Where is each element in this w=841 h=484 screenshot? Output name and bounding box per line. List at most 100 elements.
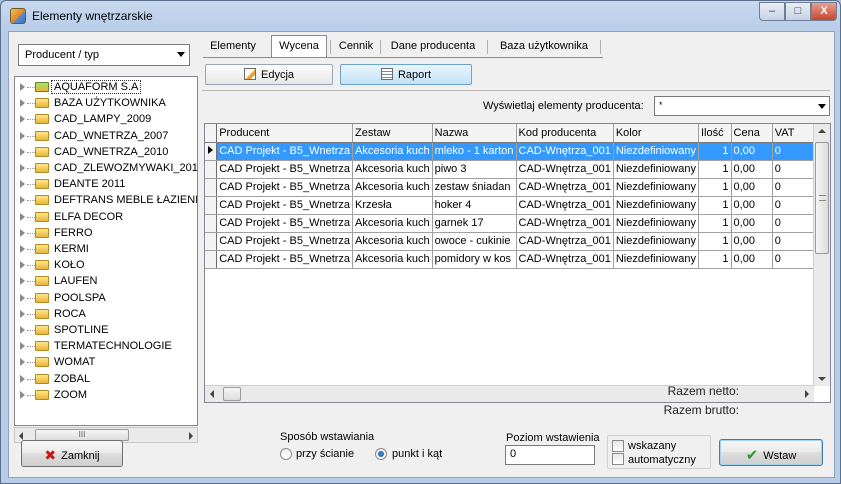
radio-punkt-i-kat[interactable] [375,448,387,460]
table-cell[interactable]: Krzesła [352,196,433,215]
table-row[interactable]: CAD Projekt - B5_Wnetrza Akcesoria kuch ga… [205,214,830,233]
table-cell[interactable]: Akcesoria kuch [352,232,433,251]
tab-dane-producenta[interactable]: Dane producenta [384,36,482,58]
insert-button[interactable]: ✔ Wstaw [719,439,823,466]
scroll-thumb[interactable] [223,387,241,401]
table-cell[interactable]: piwo 3 [432,160,517,179]
table-cell[interactable]: CAD Projekt - B5_Wnetrza [216,214,354,233]
expand-arrow-icon[interactable] [20,212,25,221]
table-cell[interactable]: CAD Projekt - B5_Wnetrza [216,232,354,251]
insert-level-input[interactable]: 0 [505,445,595,465]
tab-baza-uzytkownika[interactable]: Baza użytkownika [492,36,596,58]
tree-item[interactable]: ZOOM [15,387,197,403]
table-cell[interactable]: 1 [698,232,732,251]
table-cell[interactable]: CAD Projekt - B5_Wnetrza [216,160,354,179]
table-cell[interactable]: 1 [698,196,732,215]
tree-item[interactable]: KERMI [15,241,197,257]
table-row[interactable]: CAD Projekt - B5_Wnetrza Akcesoria kuch ze… [205,178,830,197]
expand-arrow-icon[interactable] [20,131,25,140]
table-cell[interactable]: zestaw śniadan [432,178,517,197]
close-button[interactable]: ✖ Zamknij [21,440,123,467]
expand-arrow-icon[interactable] [20,245,25,253]
table-cell[interactable]: CAD-Wnętrza_001 [516,142,614,161]
close-window-button[interactable]: X [811,2,837,21]
table-cell[interactable]: Niezdefiniowany [613,142,699,161]
producer-filter-combo[interactable]: * [654,96,830,116]
scroll-up-icon[interactable] [818,129,826,133]
report-button[interactable]: Raport [340,64,472,85]
expand-arrow-icon[interactable] [20,277,25,286]
expand-arrow-icon[interactable] [20,342,25,351]
table-cell[interactable]: 0,00 [731,214,773,233]
table-cell[interactable]: CAD-Wnętrza_001 [516,250,614,269]
scroll-thumb[interactable] [815,142,829,254]
title-bar[interactable]: Elementy wnętrzarskie – □ X [1,1,840,29]
expand-arrow-icon[interactable] [20,326,25,334]
table-cell[interactable]: pomidory w kos [432,250,517,269]
tree-item[interactable]: SPOTLINE [15,322,197,338]
table-cell[interactable]: hoker 4 [432,196,517,215]
tree-item[interactable]: ZOBAL [15,371,197,387]
tree-item[interactable]: FERRO [15,225,197,241]
table-cell[interactable]: 1 [698,178,732,197]
table-cell[interactable]: 1 [698,142,732,161]
table-cell[interactable]: Akcesoria kuch [352,250,433,269]
edit-button[interactable]: Edycja [205,64,333,85]
expand-arrow-icon[interactable] [20,164,25,172]
table-cell[interactable]: CAD-Wnętrza_001 [516,160,614,179]
table-cell[interactable]: 0,00 [731,160,773,179]
expand-arrow-icon[interactable] [20,83,25,91]
tree-item[interactable]: CAD_ZLEWOZMYWAKI_201 [15,160,197,176]
table-cell[interactable]: Niezdefiniowany [613,178,699,197]
table-cell[interactable]: CAD-Wnętrza_001 [516,232,614,251]
tab-wycena[interactable]: Wycena [271,35,327,58]
tree-item[interactable]: ROCA [15,306,197,322]
expand-arrow-icon[interactable] [20,358,25,367]
table-cell[interactable]: 1 [698,250,732,269]
expand-arrow-icon[interactable] [20,99,25,108]
table-cell[interactable]: CAD-Wnętrza_001 [516,196,614,215]
table-cell[interactable]: mleko - 1 karton [432,142,517,161]
table-cell[interactable]: CAD Projekt - B5_Wnetrza [216,196,354,215]
tab-elementy[interactable]: Elementy [206,36,260,58]
table-cell[interactable]: 0,00 [731,196,773,215]
table-cell[interactable]: CAD Projekt - B5_Wnetrza [216,142,354,161]
scroll-down-icon[interactable] [818,377,826,381]
table-cell[interactable]: Niezdefiniowany [613,196,699,215]
col-header-kod[interactable]: Kod producenta [516,124,614,143]
elements-grid[interactable]: Producent Zestaw Nazwa Kod producenta Ko… [204,123,831,403]
expand-arrow-icon[interactable] [20,374,25,383]
scroll-left-icon[interactable] [210,390,214,398]
expand-arrow-icon[interactable] [20,180,25,189]
table-cell[interactable]: Akcesoria kuch [352,178,433,197]
checkbox-automatyczny[interactable] [612,453,624,465]
tree-item[interactable]: CAD_WNETRZA_2007 [15,128,197,144]
tree-item[interactable]: ELFA DECOR [15,209,197,225]
table-cell[interactable]: 1 [698,160,732,179]
col-header-kolor[interactable]: Kolor [613,124,699,143]
table-row[interactable]: CAD Projekt - B5_Wnetrza Akcesoria kuch ow… [205,232,830,251]
table-cell[interactable]: Niezdefiniowany [613,214,699,233]
expand-arrow-icon[interactable] [20,196,25,205]
table-cell[interactable]: 1 [698,214,732,233]
table-cell[interactable]: Akcesoria kuch [352,214,433,233]
table-cell[interactable]: 0,00 [731,142,773,161]
grid-vertical-scrollbar[interactable] [813,124,830,386]
tab-cennik[interactable]: Cennik [334,36,378,58]
tree-item[interactable]: TERMATECHNOLOGIE [15,338,197,354]
expand-arrow-icon[interactable] [20,261,25,270]
table-cell[interactable]: CAD-Wnętrza_001 [516,214,614,233]
col-header-producent[interactable]: Producent [216,124,354,143]
tree-item[interactable]: LAUFEN [15,273,197,289]
minimize-button[interactable]: – [759,2,785,21]
expand-arrow-icon[interactable] [20,147,25,156]
tree-item[interactable]: AQUAFORM S.A [15,79,197,95]
expand-arrow-icon[interactable] [20,309,25,318]
col-header-nazwa[interactable]: Nazwa [432,124,517,143]
table-cell[interactable]: CAD Projekt - B5_Wnetrza [216,178,354,197]
table-cell[interactable]: Niezdefiniowany [613,232,699,251]
table-cell[interactable]: CAD-Wnętrza_001 [516,178,614,197]
tree-item[interactable]: DEFTRANS MEBLE ŁAZIENK [15,192,197,208]
expand-arrow-icon[interactable] [20,228,25,237]
tree-item[interactable]: KOŁO [15,257,197,273]
